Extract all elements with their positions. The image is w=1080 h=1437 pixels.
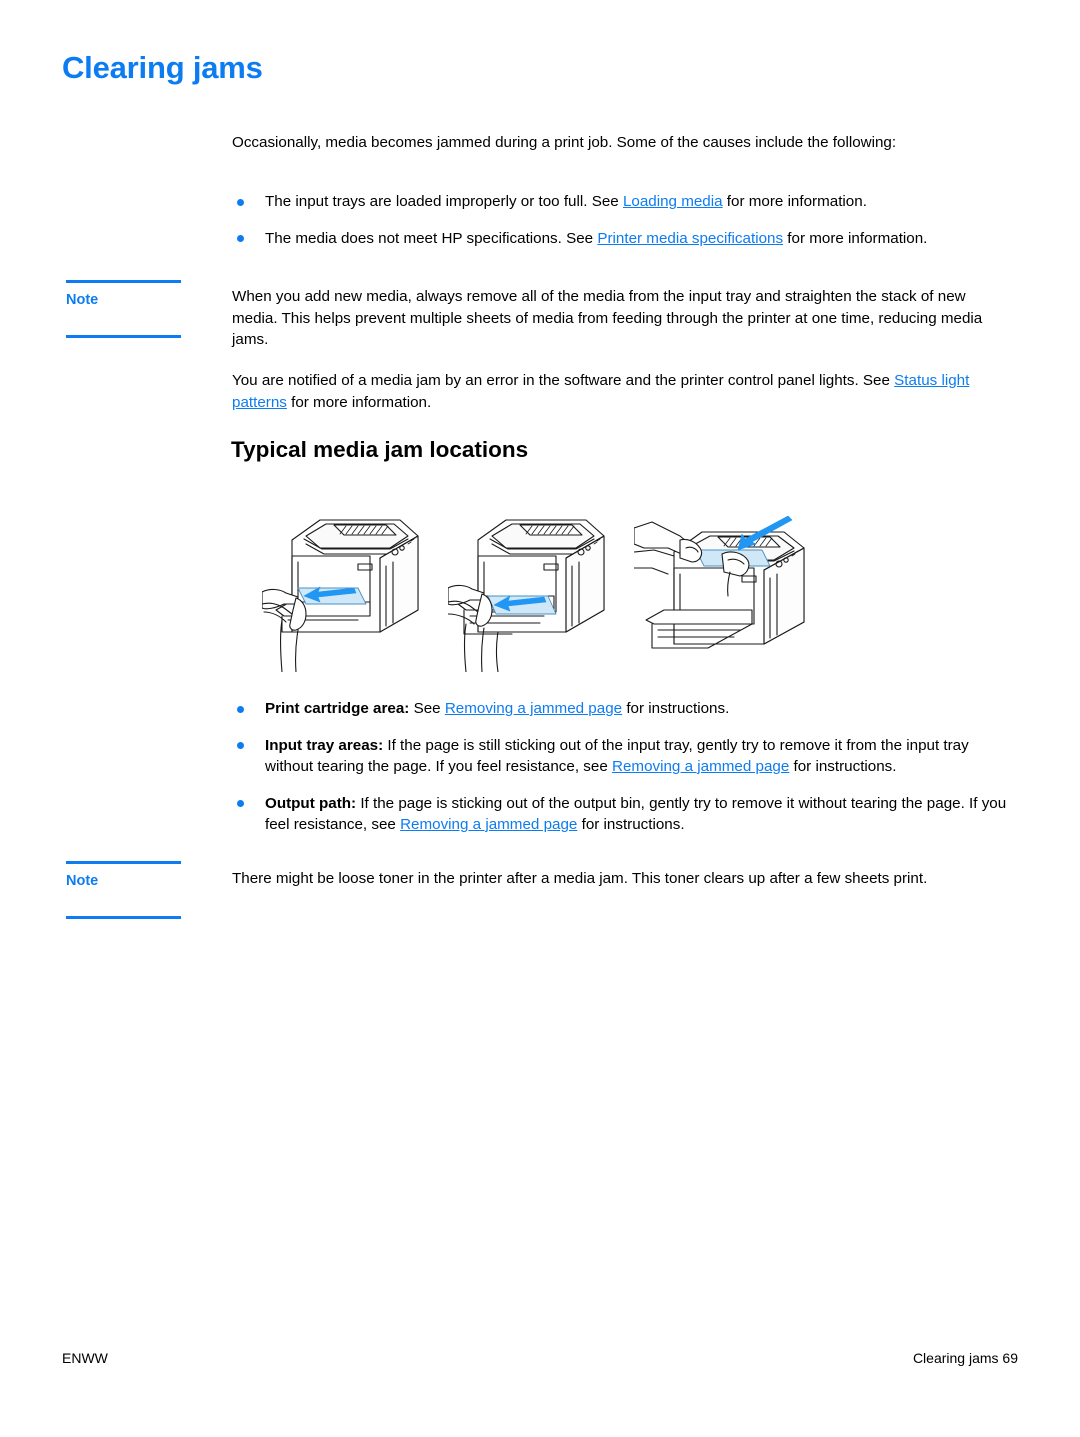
bullet-text-pre: See: [409, 700, 445, 717]
note-spacer: [66, 889, 181, 916]
document-page: Clearing jams Occasionally, media become…: [0, 0, 1080, 1437]
bullet-lead: Print cartridge area:: [265, 700, 410, 717]
page-footer: ENWW Clearing jams 69: [62, 1350, 1018, 1366]
notify-paragraph-block: You are notified of a media jam by an er…: [232, 370, 1015, 413]
bullet-lead: Output path:: [265, 794, 357, 812]
note-callout-two: Note: [66, 861, 181, 919]
note-spacer: [66, 308, 181, 335]
link-printer-media-specifications[interactable]: Printer media specifications: [597, 230, 783, 247]
printer-output-bin-jam-illustration: [634, 492, 820, 672]
section-heading-typical-media-jam-locations: Typical media jam locations: [231, 437, 529, 462]
intro-bullet-list: The input trays are loaded improperly or…: [232, 191, 1015, 249]
bullet-lead: Input tray areas:: [265, 736, 384, 754]
intro-paragraph-block: Occasionally, media becomes jammed durin…: [232, 132, 1015, 154]
note-callout-one: Note: [66, 280, 181, 338]
jam-location-illustrations: [262, 492, 822, 672]
footer-section-and-page: Clearing jams 69: [912, 1350, 1018, 1366]
footer-language-code: ENWW: [62, 1350, 108, 1366]
bullet-text-post: for instructions.: [622, 700, 730, 717]
note-label: Note: [66, 292, 99, 308]
notify-paragraph: You are notified of a media jam by an er…: [232, 370, 1015, 413]
link-loading-media[interactable]: Loading media: [623, 193, 723, 210]
note-one-text: When you add new media, always remove al…: [232, 288, 983, 348]
bullet-text-pre: The media does not meet HP specification…: [265, 229, 598, 247]
note-rule-bottom: [66, 916, 181, 919]
link-removing-a-jammed-page[interactable]: Removing a jammed page: [400, 816, 577, 833]
bullet-text-post: for more information.: [783, 229, 928, 247]
jam-locations-list: Print cartridge area: See Removing a jam…: [232, 698, 1015, 836]
list-item: Output path: If the page is sticking out…: [232, 793, 1015, 836]
printer-input-tray-jam-illustration: [262, 492, 448, 672]
intro-bullet-list-block: The input trays are loaded improperly or…: [232, 176, 1015, 249]
jam-locations-list-block: Print cartridge area: See Removing a jam…: [232, 683, 1015, 836]
bullet-text-post: for instructions.: [577, 816, 685, 833]
page-title: Clearing jams: [62, 50, 263, 85]
note-rule-bottom: [66, 335, 181, 338]
intro-paragraph: Occasionally, media becomes jammed durin…: [232, 134, 897, 151]
list-item: The media does not meet HP specification…: [232, 228, 1015, 250]
bullet-text-post: for more information.: [722, 193, 867, 210]
note-two-text: There might be loose toner in the printe…: [232, 870, 928, 887]
list-item: Input tray areas: If the page is still s…: [232, 735, 1015, 778]
note-two-text-block: There might be loose toner in the printe…: [232, 868, 1015, 890]
notify-text-post: for more information.: [286, 393, 432, 411]
note-label: Note: [66, 873, 99, 889]
notify-text-pre: You are notified of a media jam by an er…: [232, 372, 895, 389]
bullet-text-post: for instructions.: [789, 758, 897, 775]
list-item: The input trays are loaded improperly or…: [232, 191, 1015, 213]
note-one-text-block: When you add new media, always remove al…: [232, 286, 1015, 351]
printer-priority-tray-jam-illustration: [448, 492, 634, 672]
bullet-text-pre: The input trays are loaded improperly or…: [265, 193, 623, 210]
link-removing-a-jammed-page[interactable]: Removing a jammed page: [612, 758, 789, 775]
list-item: Print cartridge area: See Removing a jam…: [232, 698, 1015, 720]
link-removing-a-jammed-page[interactable]: Removing a jammed page: [445, 700, 622, 717]
